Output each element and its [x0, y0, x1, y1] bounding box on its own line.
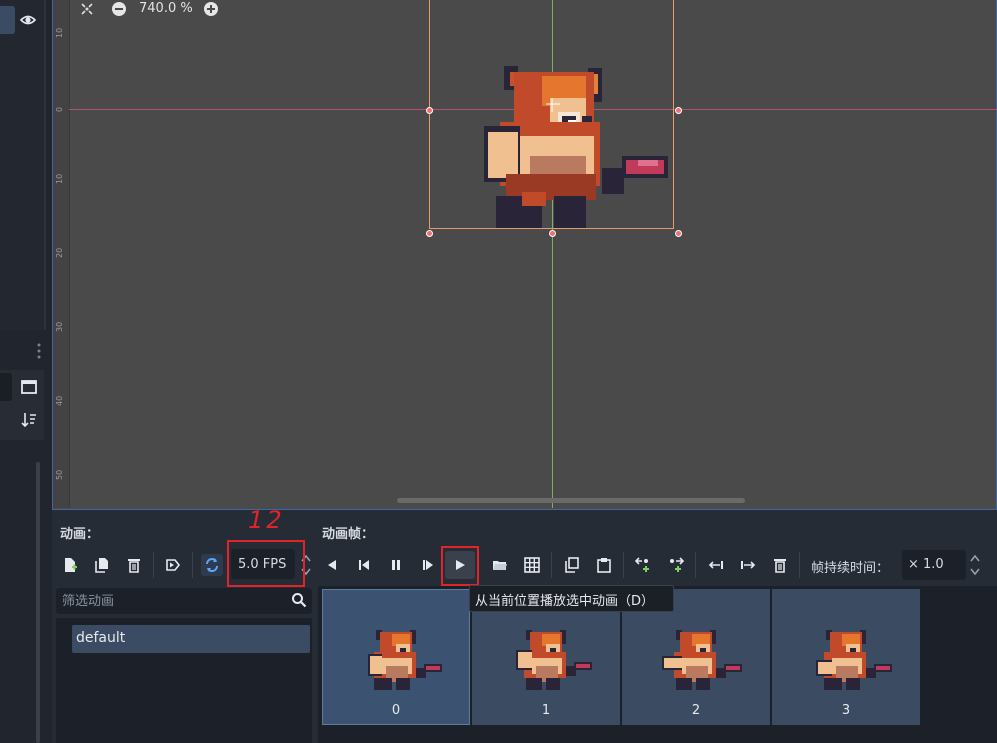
autoplay-on-load-button[interactable]: [162, 554, 184, 576]
zoom-level[interactable]: 740.0 %: [139, 1, 193, 16]
inspector-field[interactable]: [0, 373, 12, 401]
resize-handle[interactable]: [675, 107, 682, 114]
animation-name[interactable]: default: [76, 630, 125, 646]
ruler-label: 40: [55, 395, 64, 406]
scene-tree-selected-item[interactable]: [0, 6, 15, 34]
ruler-label: 10: [55, 173, 64, 184]
play-backwards-from-end-button[interactable]: [353, 554, 375, 576]
resize-handle[interactable]: [549, 230, 556, 237]
delete-frame-button[interactable]: [769, 554, 791, 576]
zoom-out-icon[interactable]: [111, 1, 127, 17]
sprite-bounding-box[interactable]: [426, 0, 682, 237]
scene-tree-panel: [0, 0, 46, 330]
toolbar-separator: [192, 552, 193, 578]
frame-index: 2: [691, 703, 701, 718]
ruler-label: 20: [55, 247, 64, 258]
frame-duration-label: 帧持续时间：: [811, 561, 890, 576]
play-from-start-icon: [423, 560, 433, 570]
fox-frame-image: [662, 630, 742, 690]
play-backwards-from-end-icon: [359, 560, 369, 570]
left-scrollbar[interactable]: [36, 462, 40, 743]
pause-icon: [392, 560, 400, 570]
pause-button[interactable]: [385, 554, 407, 576]
play-tooltip-text: 从当前位置播放选中动画（D）: [475, 594, 655, 609]
frame-index: 0: [391, 703, 401, 718]
fox-frame-image: [816, 630, 892, 690]
trash-icon: [774, 559, 786, 573]
add-from-spritesheet-button[interactable]: [521, 554, 543, 576]
viewport-horizontal-scrollbar[interactable]: [397, 498, 745, 503]
handwritten-annotation: 12: [245, 506, 288, 534]
toolbar-separator: [153, 552, 154, 578]
duplicate-animation-button[interactable]: [91, 554, 113, 576]
play-backwards-icon: [328, 560, 336, 570]
loop-toggle-button[interactable]: [201, 554, 223, 576]
frame-index: 3: [841, 703, 851, 718]
ruler-label: 10: [55, 27, 64, 38]
insert-before-icon: [635, 557, 649, 572]
new-animation-button[interactable]: [59, 554, 81, 576]
copy-frame-button[interactable]: [561, 554, 583, 576]
ruler-label: 50: [55, 469, 64, 480]
filter-animations-input[interactable]: [62, 593, 282, 609]
play-backwards-button[interactable]: [321, 554, 343, 576]
zoom-in-icon[interactable]: [203, 1, 219, 17]
copy-icon: [565, 557, 579, 573]
vertical-ruler: 10 0 10 20 30 40 50: [53, 0, 70, 508]
animations-label: 动画：: [60, 527, 100, 542]
resize-handle[interactable]: [675, 230, 682, 237]
move-right-icon: [741, 561, 756, 569]
paste-icon: [597, 558, 611, 573]
duplicate-icon: [95, 558, 108, 573]
zoom-reset-icon[interactable]: [80, 2, 94, 16]
resize-handle[interactable]: [426, 230, 433, 237]
play-from-start-button[interactable]: [417, 554, 439, 576]
toolbar-separator: [623, 552, 624, 578]
frame-duration-value[interactable]: × 1.0: [908, 557, 944, 572]
toolbar-separator: [695, 552, 696, 578]
move-frame-left-button[interactable]: [705, 554, 727, 576]
resize-handle[interactable]: [426, 107, 433, 114]
delete-animation-button[interactable]: [123, 554, 145, 576]
visibility-eye-icon[interactable]: [20, 12, 36, 28]
insert-after-icon: [670, 557, 685, 572]
toolbar-separator: [551, 552, 552, 578]
loop-icon: [206, 558, 218, 572]
search-icon[interactable]: [291, 592, 307, 608]
panel-menu-dots-icon[interactable]: [34, 342, 44, 360]
grid-icon: [524, 557, 540, 573]
fox-frame-image: [368, 630, 442, 690]
folder-icon: [493, 561, 507, 570]
window-icon[interactable]: [20, 378, 38, 396]
ruler-label: 0: [55, 106, 64, 112]
insert-frame-before-button[interactable]: [633, 554, 655, 576]
play-button-highlight-box: [441, 546, 479, 586]
fps-highlight-box: [227, 540, 305, 587]
insert-frame-after-button[interactable]: [665, 554, 687, 576]
move-left-icon: [708, 561, 723, 569]
paste-frame-button[interactable]: [593, 554, 615, 576]
load-from-file-button[interactable]: [489, 554, 511, 576]
duration-spinner-arrows-icon[interactable]: [969, 552, 981, 578]
frame-index: 1: [541, 703, 551, 718]
autoplay-icon: [166, 559, 181, 571]
toolbar-separator: [799, 552, 800, 578]
fox-frame-image: [516, 630, 592, 690]
animation-frames-label: 动画帧：: [322, 527, 375, 542]
trash-icon: [128, 559, 140, 573]
new-file-icon: [65, 558, 77, 572]
move-frame-right-button[interactable]: [737, 554, 759, 576]
ruler-label: 30: [55, 321, 64, 332]
sort-icon[interactable]: [20, 411, 38, 429]
